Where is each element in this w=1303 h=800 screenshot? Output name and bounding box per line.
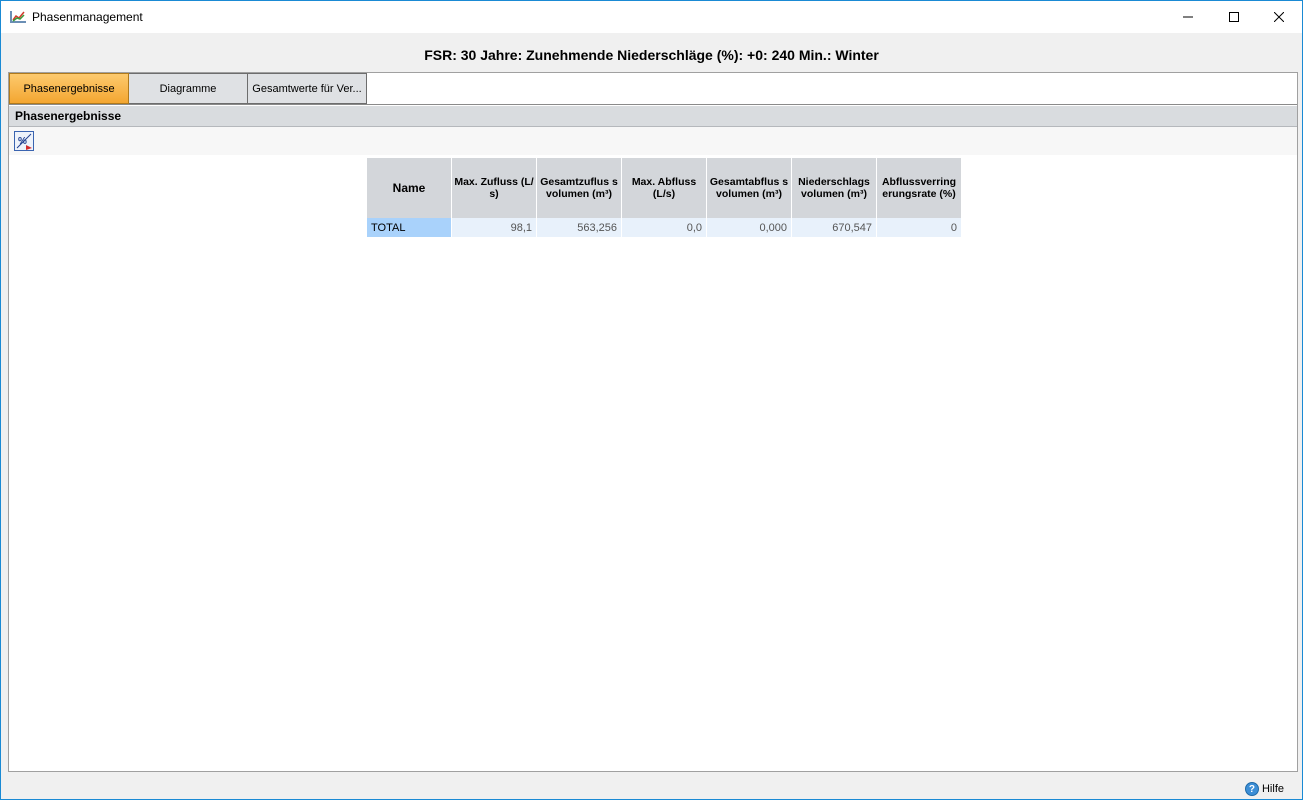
close-button[interactable] bbox=[1256, 1, 1302, 33]
maximize-button[interactable] bbox=[1211, 1, 1257, 33]
table-row[interactable]: TOTAL 98,1 563,256 0,0 0,000 670,547 0 bbox=[367, 218, 962, 237]
minimize-icon bbox=[1183, 16, 1193, 18]
window-title: Phasenmanagement bbox=[32, 10, 143, 24]
cell-max-abfluss[interactable]: 0,0 bbox=[621, 218, 707, 237]
help-button[interactable]: ? Hilfe bbox=[1244, 782, 1284, 796]
cell-abflussverringerung[interactable]: 0 bbox=[876, 218, 962, 237]
tab-divider bbox=[9, 104, 1297, 105]
cell-gesamtzufluss[interactable]: 563,256 bbox=[536, 218, 622, 237]
column-header-gesamtzufluss[interactable]: Gesamtzuflus svolumen (m³) bbox=[536, 158, 622, 218]
maximize-icon bbox=[1229, 12, 1239, 22]
tab-gesamtwerte[interactable]: Gesamtwerte für Ver... bbox=[248, 73, 367, 104]
column-header-max-zufluss[interactable]: Max. Zufluss (L/s) bbox=[451, 158, 537, 218]
tab-diagramme[interactable]: Diagramme bbox=[129, 73, 248, 104]
help-icon: ? bbox=[1244, 782, 1259, 796]
page-heading: FSR: 30 Jahre: Zunehmende Niederschläge … bbox=[424, 47, 879, 63]
chart-app-icon bbox=[10, 10, 26, 24]
column-header-gesamtabfluss[interactable]: Gesamtabflus svolumen (m³) bbox=[706, 158, 792, 218]
column-header-max-abfluss[interactable]: Max. Abfluss (L/s) bbox=[621, 158, 707, 218]
main-panel: Phasenergebnisse Diagramme Gesamtwerte f… bbox=[8, 72, 1298, 772]
percent-toggle-button[interactable]: % bbox=[14, 131, 34, 151]
status-bar: ? Hilfe bbox=[1, 773, 1302, 799]
close-icon bbox=[1274, 12, 1284, 22]
minimize-button[interactable] bbox=[1165, 1, 1211, 33]
column-header-niederschlag[interactable]: Niederschlags volumen (m³) bbox=[791, 158, 877, 218]
toolbar: % bbox=[9, 127, 1297, 155]
section-title: Phasenergebnisse bbox=[15, 109, 122, 123]
table-header-row: Name Max. Zufluss (L/s) Gesamtzuflus svo… bbox=[367, 158, 962, 218]
cell-max-zufluss[interactable]: 98,1 bbox=[451, 218, 537, 237]
results-table[interactable]: Name Max. Zufluss (L/s) Gesamtzuflus svo… bbox=[367, 158, 962, 237]
help-label: Hilfe bbox=[1261, 783, 1284, 795]
title-bar[interactable]: Phasenmanagement bbox=[1, 1, 1302, 33]
cell-name[interactable]: TOTAL bbox=[367, 218, 452, 237]
percent-toggle-icon: % bbox=[14, 131, 34, 151]
tab-strip: Phasenergebnisse Diagramme Gesamtwerte f… bbox=[9, 73, 367, 104]
phasenmanagement-window: Phasenmanagement FSR: 30 Jahre: Zunehmen… bbox=[0, 0, 1303, 800]
column-header-abflussverringerung[interactable]: Abflussverring erungsrate (%) bbox=[876, 158, 962, 218]
cell-gesamtabfluss[interactable]: 0,000 bbox=[706, 218, 792, 237]
column-header-name[interactable]: Name bbox=[367, 158, 452, 218]
tab-phasenergebnisse[interactable]: Phasenergebnisse bbox=[9, 73, 129, 104]
section-header: Phasenergebnisse bbox=[9, 106, 1297, 127]
cell-niederschlag[interactable]: 670,547 bbox=[791, 218, 877, 237]
